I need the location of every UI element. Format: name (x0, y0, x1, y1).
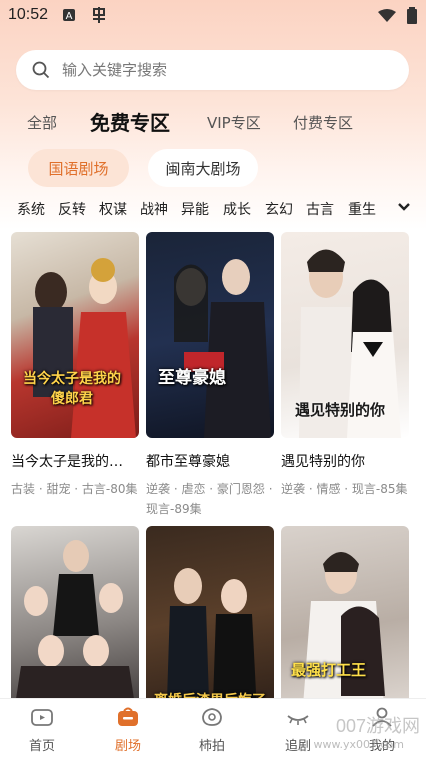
drama-card[interactable]: 离婚后渣男后悔了 (146, 526, 274, 702)
search-input[interactable] (60, 60, 364, 80)
drama-card[interactable]: 最强打工王 (281, 526, 409, 702)
pill-label: 闽南大剧场 (165, 159, 241, 178)
watermark-url: www.yx007.com (313, 738, 404, 751)
pill-mandarin[interactable]: 国语剧场 (28, 149, 129, 187)
pill-label: 国语剧场 (48, 159, 109, 178)
chevron-down-icon[interactable] (396, 199, 412, 219)
genre-item[interactable]: 古言 (306, 199, 334, 219)
genre-item[interactable]: 异能 (181, 199, 209, 219)
genre-item[interactable]: 玄幻 (265, 199, 293, 219)
genre-item[interactable]: 反转 (58, 199, 86, 219)
card-title: 当今太子是我的… (11, 454, 123, 470)
poster-title: 当今太子是我的傻郎君 (23, 371, 121, 407)
category-tabs: 全部 免费专区 VIP专区 付费专区 (0, 104, 426, 138)
drama-card[interactable]: 当今太子是我的傻郎君 当今太子是我的… 古装 · 甜宠 · 古言-80集 (11, 232, 139, 499)
drama-card[interactable]: 遇见特别的你 遇见特别的你 逆袭 · 情感 · 现言-85集 (281, 232, 409, 499)
region-filter: 国语剧场 闽南大剧场 (0, 149, 426, 187)
poster-title: 遇见特别的你 (295, 401, 386, 419)
search-bar[interactable] (16, 50, 409, 90)
nav-label: 首页 (28, 739, 55, 754)
genre-item[interactable]: 成长 (223, 199, 251, 219)
genre-filter: 系统 反转 权谋 战神 异能 成长 玄幻 古言 重生 (0, 196, 426, 222)
card-title: 都市至尊豪媳 (146, 454, 230, 470)
home-tv-icon (12, 705, 72, 729)
drama-card[interactable] (11, 526, 139, 702)
svg-text:A: A (66, 11, 73, 22)
nav-label: 剧场 (114, 739, 141, 754)
poster-image: 离婚后渣男后悔了 (146, 526, 274, 702)
genre-item[interactable]: 战神 (140, 199, 168, 219)
poster-image: 遇见特别的你 (281, 232, 409, 438)
poster-title: 至尊豪媳 (158, 368, 226, 388)
battery-icon (406, 7, 418, 29)
poster-image: 当今太子是我的傻郎君 (11, 232, 139, 438)
notification-a-icon: A (62, 8, 76, 22)
wifi-icon (378, 9, 396, 27)
status-bar: 10:52 A (0, 0, 426, 30)
tab-paid[interactable]: 付费专区 (293, 112, 353, 133)
eye-lashes-icon (268, 705, 328, 729)
search-icon (32, 61, 50, 79)
pill-minnan[interactable]: 闽南大剧场 (148, 149, 258, 187)
persimmon-icon (182, 705, 242, 729)
theater-bag-icon (98, 705, 158, 729)
card-title: 遇见特别的你 (281, 454, 365, 470)
card-tags: 逆袭 · 虐恋 · 豪门恩怨 · 现言-89集 (146, 482, 273, 516)
tab-all[interactable]: 全部 (27, 112, 57, 133)
status-time: 10:52 (8, 6, 49, 23)
tab-vip[interactable]: VIP专区 (207, 112, 261, 133)
app-notification-icon (90, 6, 108, 24)
card-tags: 古装 · 甜宠 · 古言-80集 (11, 482, 138, 496)
genre-item[interactable]: 系统 (17, 199, 45, 219)
card-tags: 逆袭 · 情感 · 现言-85集 (281, 482, 408, 496)
poster-image: 最强打工王 (281, 526, 409, 702)
drama-card[interactable]: 至尊豪媳 都市至尊豪媳 逆袭 · 虐恋 · 豪门恩怨 · 现言-89集 (146, 232, 274, 519)
poster-title: 最强打工王 (291, 661, 367, 679)
nav-shipai[interactable]: 柿拍 (182, 705, 242, 754)
tab-free[interactable]: 免费专区 (90, 107, 170, 136)
nav-label: 柿拍 (198, 739, 225, 754)
poster-image (11, 526, 139, 702)
nav-home[interactable]: 首页 (12, 705, 72, 754)
drama-grid: 当今太子是我的傻郎君 当今太子是我的… 古装 · 甜宠 · 古言-80集 至尊豪… (0, 232, 426, 702)
poster-image: 至尊豪媳 (146, 232, 274, 438)
genre-item[interactable]: 权谋 (99, 199, 127, 219)
watermark-text: 007游戏网 (335, 716, 420, 736)
nav-theater[interactable]: 剧场 (98, 705, 158, 754)
genre-item[interactable]: 重生 (348, 199, 376, 219)
